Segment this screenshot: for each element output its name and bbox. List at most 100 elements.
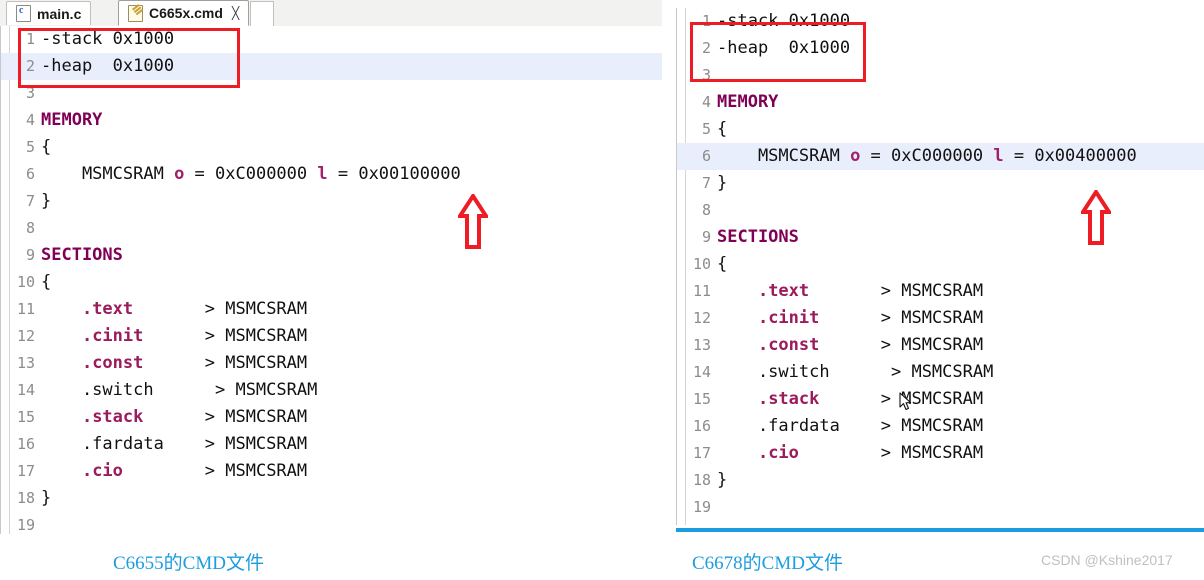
code-line[interactable]: 2 -heap 0x1000 — [677, 35, 1204, 62]
code-line[interactable]: 6 MSMCSRAM o = 0xC000000 l = 0x00100000 — [1, 161, 662, 188]
code-line[interactable]: 7} — [677, 170, 1204, 197]
tab-c665x-cmd[interactable]: C665x.cmd ╳ — [118, 0, 250, 26]
line-number: 16 — [692, 417, 711, 435]
code-line[interactable]: 18} — [1, 485, 662, 512]
line-number: 18 — [16, 489, 35, 507]
code-line[interactable]: 15 .stack > MSMCSRAM — [1, 404, 662, 431]
code-token: .text — [81, 299, 164, 319]
code-line[interactable]: 11 .text > MSMCSRAM — [677, 278, 1204, 305]
line-number: 7 — [25, 192, 35, 210]
code-line[interactable]: 3 — [1, 80, 662, 107]
close-icon[interactable]: ╳ — [232, 7, 239, 19]
code-token: -stack 0x1000 — [41, 29, 175, 49]
line-number: 3 — [25, 84, 35, 102]
right-code-lines: 1 -stack 0x1000 2 -heap 0x1000 3 4 MEMORY 5{6 M… — [677, 8, 1204, 521]
line-number: 5 — [25, 138, 35, 156]
line-text: } — [41, 188, 51, 215]
line-text: -heap 0x1000 — [717, 35, 850, 62]
code-line[interactable]: 12 .cinit > MSMCSRAM — [677, 305, 1204, 332]
tab-main-c[interactable]: main.c — [6, 1, 92, 25]
code-line[interactable]: 7} — [1, 188, 662, 215]
code-token: SECTIONS — [717, 227, 799, 247]
right-code-editor[interactable]: 1 -stack 0x1000 2 -heap 0x1000 3 4 MEMORY 5{6 M… — [676, 8, 1204, 525]
line-number: 12 — [16, 327, 35, 345]
code-line[interactable]: 1 -stack 0x1000 — [1, 26, 662, 53]
line-number: 10 — [692, 255, 711, 273]
line-text: .cio > MSMCSRAM — [41, 458, 307, 485]
code-line[interactable]: 10 { — [1, 269, 662, 296]
code-line[interactable]: 19 — [1, 512, 662, 539]
code-token: .const — [757, 335, 840, 355]
code-line[interactable]: 18} — [677, 467, 1204, 494]
line-number: 13 — [692, 336, 711, 354]
code-token: { — [41, 272, 52, 292]
code-line[interactable]: 16 .fardata > MSMCSRAM — [1, 431, 662, 458]
code-token: > MSMCSRAM — [163, 326, 308, 346]
code-line[interactable]: 12 .cinit > MSMCSRAM — [1, 323, 662, 350]
code-line[interactable]: 6 MSMCSRAM o = 0xC000000 l = 0x00400000 — [677, 143, 1204, 170]
line-number: 10 — [16, 273, 35, 291]
code-line[interactable]: 17 .cio > MSMCSRAM — [1, 458, 662, 485]
code-token: > MSMCSRAM — [839, 443, 984, 463]
code-line[interactable]: 5{ — [1, 134, 662, 161]
code-line[interactable]: 11 .text > MSMCSRAM — [1, 296, 662, 323]
line-number: 12 — [692, 309, 711, 327]
line-number: 2 — [701, 39, 711, 57]
code-line[interactable]: 8 — [1, 215, 662, 242]
code-line[interactable]: 4 MEMORY — [1, 107, 662, 134]
code-line[interactable]: 5{ — [677, 116, 1204, 143]
line-number: 19 — [692, 498, 711, 516]
code-line[interactable]: 17 .cio > MSMCSRAM — [677, 440, 1204, 467]
line-text: .stack > MSMCSRAM — [717, 386, 983, 413]
tab-label: C665x.cmd — [149, 5, 223, 21]
code-token: -heap 0x1000 — [41, 56, 175, 76]
code-line[interactable]: 13 .const > MSMCSRAM — [1, 350, 662, 377]
code-line[interactable]: 14 .switch > MSMCSRAM — [677, 359, 1204, 386]
line-number: 1 — [701, 12, 711, 30]
code-line[interactable]: 14 .switch > MSMCSRAM — [1, 377, 662, 404]
left-editor-panel: main.c C665x.cmd ╳ 1 -stack 0x1000 2 -heap … — [0, 0, 662, 534]
line-number: 3 — [701, 66, 711, 84]
code-token: = 0xC000000 — [860, 146, 994, 166]
line-text: MEMORY — [717, 89, 778, 116]
code-line[interactable]: 13 .const > MSMCSRAM — [677, 332, 1204, 359]
code-line[interactable]: 9 SECTIONS — [1, 242, 662, 269]
line-number: 11 — [692, 282, 711, 300]
line-text: .fardata > MSMCSRAM — [717, 413, 983, 440]
code-line[interactable]: 19 — [677, 494, 1204, 521]
line-text: SECTIONS — [41, 242, 123, 269]
code-line[interactable]: 3 — [677, 62, 1204, 89]
code-line[interactable]: 2 -heap 0x1000 — [1, 53, 662, 80]
code-token: .text — [757, 281, 840, 301]
code-line[interactable]: 9 SECTIONS — [677, 224, 1204, 251]
code-line[interactable]: 4 MEMORY — [677, 89, 1204, 116]
line-number: 16 — [16, 435, 35, 453]
left-code-editor[interactable]: 1 -stack 0x1000 2 -heap 0x1000 3 4 MEMORY 5{6 M… — [0, 26, 662, 534]
code-token: > MSMCSRAM — [839, 308, 984, 328]
code-line[interactable]: 1 -stack 0x1000 — [677, 8, 1204, 35]
code-line[interactable]: 10 { — [677, 251, 1204, 278]
code-line[interactable]: 8 — [677, 197, 1204, 224]
code-token: > MSMCSRAM — [163, 407, 308, 427]
code-line[interactable]: 15 .stack > MSMCSRAM — [677, 386, 1204, 413]
line-number: 4 — [701, 93, 711, 111]
line-text: MSMCSRAM o = 0xC000000 l = 0x00100000 — [41, 161, 461, 188]
tab-overflow-area — [250, 1, 274, 26]
code-token: = 0xC000000 — [184, 164, 318, 184]
line-text: .const > MSMCSRAM — [717, 332, 983, 359]
code-token: o — [850, 146, 861, 166]
right-editor-panel: 1 -stack 0x1000 2 -heap 0x1000 3 4 MEMORY 5{6 M… — [676, 8, 1204, 533]
code-line[interactable]: 16 .fardata > MSMCSRAM — [677, 413, 1204, 440]
code-token: MEMORY — [41, 110, 103, 130]
code-token: } — [41, 191, 52, 211]
code-token: .fardata > MSMCSRAM — [717, 416, 984, 436]
line-text: MEMORY — [41, 107, 102, 134]
line-number: 8 — [25, 219, 35, 237]
line-number: 14 — [692, 363, 711, 381]
